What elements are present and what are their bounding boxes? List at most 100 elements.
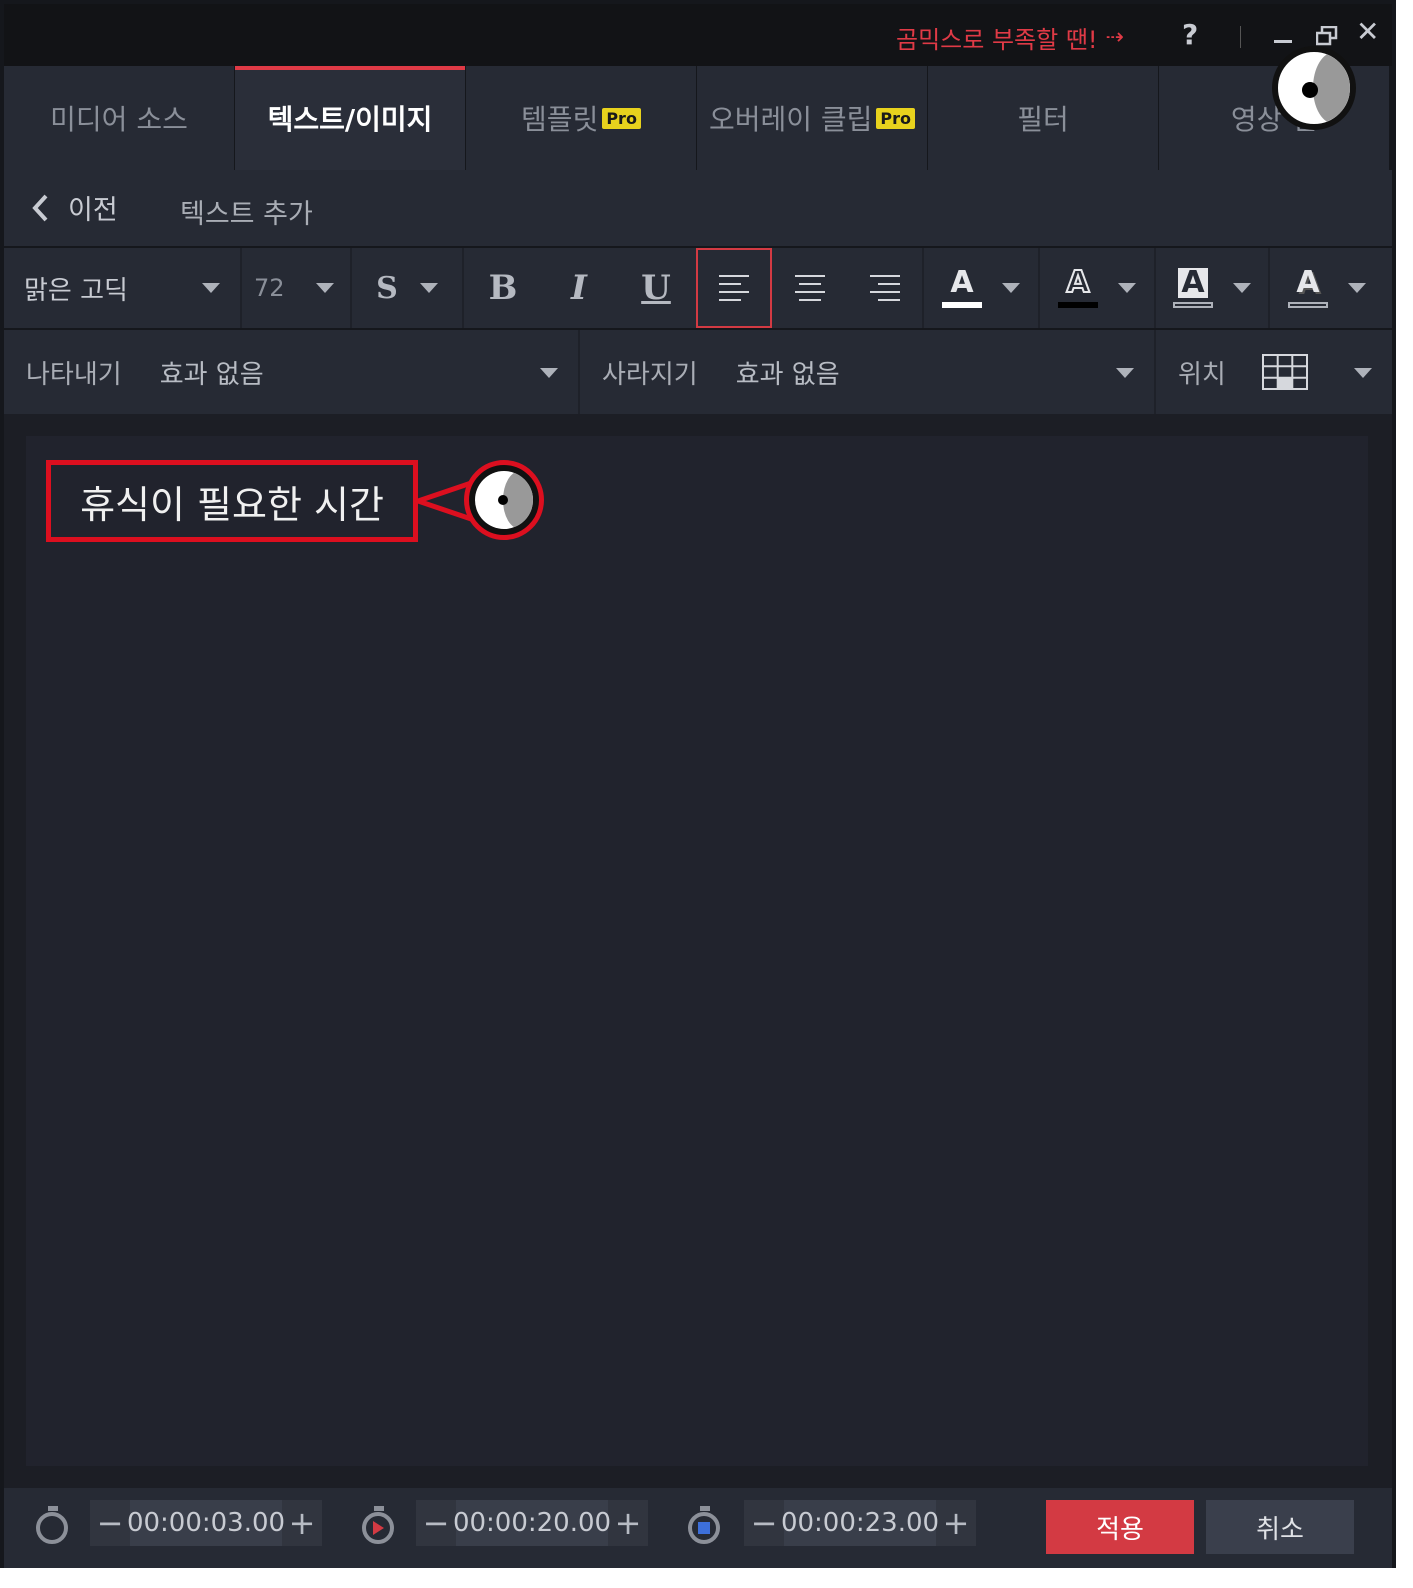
text-color-button[interactable]: A — [924, 248, 1040, 328]
chevron-down-icon — [1002, 283, 1020, 293]
underline-button[interactable]: U — [616, 248, 696, 328]
tab-label: 텍스트/이미지 — [267, 103, 433, 136]
duration-value[interactable]: 00:00:20.00 — [453, 1500, 611, 1546]
chevron-down-icon — [1118, 283, 1136, 293]
position-select[interactable]: 위치 — [1156, 330, 1392, 414]
end-time-icon — [688, 1506, 720, 1544]
color-swatch — [942, 302, 982, 308]
align-right-icon — [870, 275, 900, 301]
promo-link[interactable]: 곰믹스로 부족할 땐! ⇢ — [896, 20, 1124, 55]
promo-text: 곰믹스로 부족할 땐! — [896, 26, 1098, 54]
tab-label: 오버레이 클립 — [708, 103, 873, 136]
underline-icon: U — [641, 268, 671, 308]
color-swatch — [1288, 302, 1328, 308]
align-left-button[interactable] — [696, 248, 772, 328]
back-label: 이전 — [68, 195, 118, 226]
start-time-stepper[interactable]: − 00:00:03.00 + — [90, 1500, 322, 1546]
main-tabs: 미디어 소스 텍스트/이미지 템플릿 Pro 오버레이 클립 Pro 필터 영상… — [4, 66, 1392, 170]
chevron-left-icon — [32, 194, 48, 221]
disappear-effect-select[interactable]: 사라지기 효과 없음 — [580, 330, 1156, 414]
pro-badge: Pro — [876, 107, 916, 129]
chevron-down-icon — [419, 283, 438, 293]
tab-text-image[interactable]: 텍스트/이미지 — [235, 66, 465, 170]
increment-button[interactable]: + — [608, 1504, 648, 1542]
align-center-icon — [795, 275, 825, 301]
align-right-button[interactable] — [848, 248, 924, 328]
arrow-right-icon: ⇢ — [1105, 25, 1124, 50]
restore-window-icon[interactable] — [1316, 26, 1338, 46]
tab-label: 템플릿 — [521, 103, 599, 136]
text-color-glyph: A — [950, 265, 974, 300]
chevron-down-icon — [316, 283, 334, 293]
cancel-button[interactable]: 취소 — [1206, 1500, 1354, 1554]
strikethrough-icon: S — [376, 270, 398, 306]
increment-button[interactable]: + — [282, 1504, 322, 1542]
pro-badge: Pro — [602, 107, 641, 129]
color-swatch — [1173, 302, 1213, 308]
italic-button[interactable]: I — [542, 248, 616, 328]
close-button[interactable]: ✕ — [1356, 18, 1379, 46]
tab-label: 미디어 소스 — [50, 103, 188, 136]
eye-marker-icon — [1272, 46, 1356, 130]
divider — [1240, 26, 1241, 48]
text-input-area[interactable]: 휴식이 필요한 시간 — [26, 436, 1368, 1466]
chevron-down-icon — [202, 283, 220, 293]
shadow-color-button[interactable]: A — [1270, 248, 1384, 328]
help-button[interactable]: ? — [1182, 18, 1198, 51]
eye-marker-icon — [464, 460, 544, 540]
title-bar: 곰믹스로 부족할 땐! ⇢ ? ✕ — [4, 4, 1392, 66]
shadow-glyph: A — [1296, 265, 1320, 300]
bold-icon: B — [488, 268, 518, 308]
text-content-field[interactable]: 휴식이 필요한 시간 — [46, 460, 418, 542]
appear-label: 나타내기 — [26, 359, 122, 390]
font-size-value: 72 — [254, 274, 285, 302]
font-select[interactable]: 맑은 고딕 — [4, 248, 242, 328]
duration-stepper[interactable]: − 00:00:20.00 + — [416, 1500, 648, 1546]
sub-header: 이전 텍스트 추가 — [4, 170, 1392, 248]
apply-button[interactable]: 적용 — [1046, 1500, 1194, 1554]
background-color-icon: A — [1173, 268, 1213, 308]
chevron-down-icon — [1348, 283, 1366, 293]
start-time-icon — [36, 1506, 68, 1544]
shadow-style-button[interactable]: S — [352, 248, 464, 328]
font-value: 맑은 고딕 — [24, 275, 128, 306]
tab-label: 필터 — [1017, 103, 1069, 136]
outline-color-button[interactable]: A — [1040, 248, 1156, 328]
appear-effect-select[interactable]: 나타내기 효과 없음 — [4, 330, 580, 414]
font-size-select[interactable]: 72 — [242, 248, 352, 328]
align-left-icon — [719, 275, 749, 301]
decrement-button[interactable]: − — [416, 1504, 456, 1542]
text-color-icon: A — [942, 268, 982, 308]
end-time-value[interactable]: 00:00:23.00 — [781, 1500, 939, 1546]
increment-button[interactable]: + — [936, 1504, 976, 1542]
background-color-button[interactable]: A — [1156, 248, 1270, 328]
chevron-down-icon — [1233, 283, 1251, 293]
chevron-down-icon — [1116, 368, 1134, 378]
decrement-button[interactable]: − — [90, 1504, 130, 1542]
effects-row: 나타내기 효과 없음 사라지기 효과 없음 위치 — [4, 330, 1392, 414]
bottom-bar: − 00:00:03.00 + − 00:00:20.00 + − 00:00:… — [4, 1488, 1392, 1568]
decrement-button[interactable]: − — [744, 1504, 784, 1542]
position-label: 위치 — [1178, 359, 1226, 390]
position-grid-icon — [1262, 354, 1308, 390]
tab-template[interactable]: 템플릿 Pro — [466, 66, 696, 170]
minimize-button[interactable] — [1274, 40, 1292, 43]
tab-overlay-clip[interactable]: 오버레이 클립 Pro — [697, 66, 927, 170]
start-time-value[interactable]: 00:00:03.00 — [127, 1500, 285, 1546]
back-button[interactable]: 이전 — [30, 188, 118, 227]
chevron-down-icon — [1354, 368, 1372, 378]
end-time-stepper[interactable]: − 00:00:23.00 + — [744, 1500, 976, 1546]
play-timer-icon — [362, 1506, 394, 1544]
format-toolbar: 맑은 고딕 72 S B I U A A A A — [4, 248, 1392, 330]
tab-filter[interactable]: 필터 — [928, 66, 1158, 170]
shadow-color-icon: A — [1288, 268, 1328, 308]
disappear-label: 사라지기 — [602, 359, 698, 390]
page-title: 텍스트 추가 — [180, 199, 313, 230]
align-center-button[interactable] — [772, 248, 848, 328]
appear-value: 효과 없음 — [159, 359, 264, 390]
bg-glyph: A — [1178, 268, 1208, 298]
bold-button[interactable]: B — [464, 248, 542, 328]
tab-media-source[interactable]: 미디어 소스 — [4, 66, 234, 170]
outline-glyph: A — [1065, 265, 1090, 300]
outline-color-icon: A — [1058, 265, 1098, 308]
